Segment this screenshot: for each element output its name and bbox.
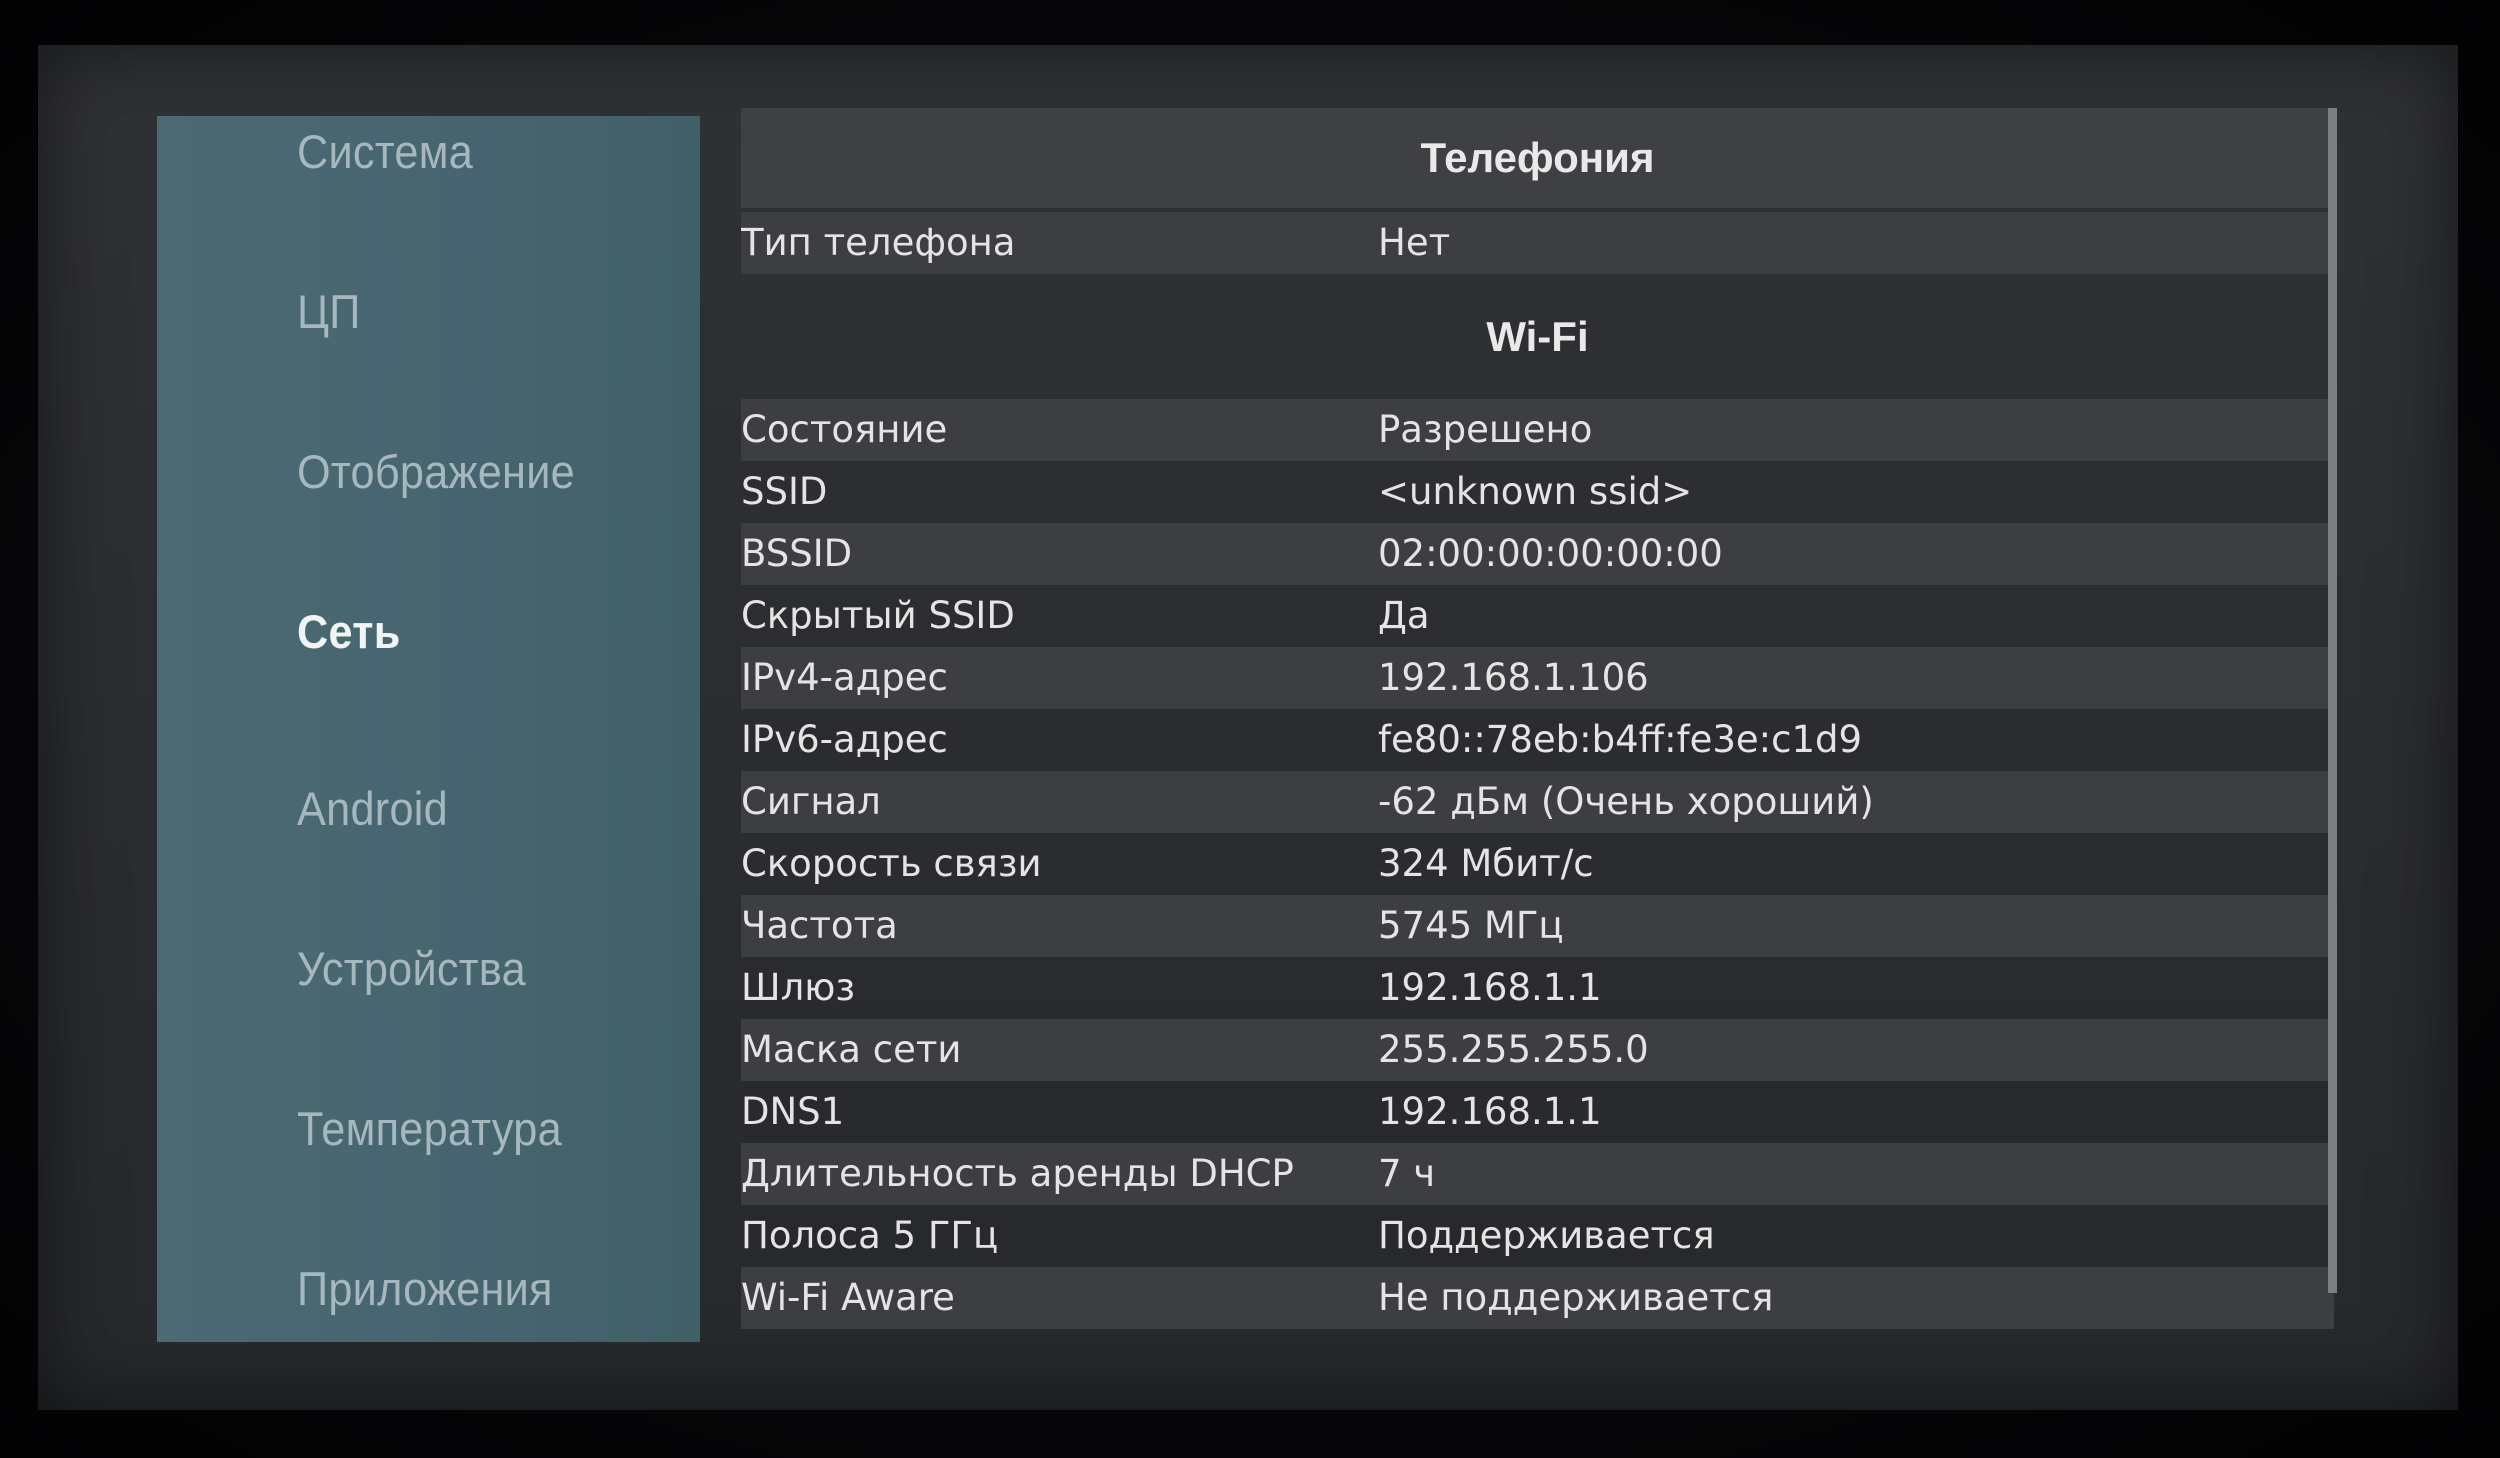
section-header-telephony: Телефония <box>741 108 2334 208</box>
info-row-phone-type: Тип телефона Нет <box>741 212 2334 274</box>
row-label: DNS1 <box>741 1090 845 1133</box>
info-row-dhcp-lease: Длительность аренды DHCP 7 ч <box>741 1143 2334 1205</box>
sidebar-item-devices[interactable]: Устройства <box>297 941 526 996</box>
info-row-signal: Сигнал -62 дБм (Очень хороший) <box>741 771 2334 833</box>
info-row-hidden-ssid: Скрытый SSID Да <box>741 585 2334 647</box>
info-row-ipv4: IPv4-адрес 192.168.1.106 <box>741 647 2334 709</box>
info-row-gateway: Шлюз 192.168.1.1 <box>741 957 2334 1019</box>
info-row-link-speed: Скорость связи 324 Мбит/с <box>741 833 2334 895</box>
info-row-5ghz-band: Полоса 5 ГГц Поддерживается <box>741 1205 2334 1267</box>
row-value: Нет <box>1378 221 1451 264</box>
row-label: Тип телефона <box>741 221 1016 264</box>
row-value: 192.168.1.106 <box>1378 656 1649 699</box>
row-value: 192.168.1.1 <box>1378 1090 1602 1133</box>
row-label: Маска сети <box>741 1028 962 1071</box>
row-value: Не поддерживается <box>1378 1276 1774 1319</box>
sidebar: Система ЦП Отображение Сеть Android Устр… <box>157 116 700 1342</box>
row-value: Поддерживается <box>1378 1214 1715 1257</box>
row-value: -62 дБм (Очень хороший) <box>1378 780 1874 823</box>
row-value: 5745 МГц <box>1378 904 1564 947</box>
row-label: Wi-Fi Aware <box>741 1276 955 1319</box>
row-value: Разрешено <box>1378 408 1593 451</box>
sidebar-item-display[interactable]: Отображение <box>297 444 575 499</box>
row-value: 02:00:00:00:00:00 <box>1378 532 1723 575</box>
row-label: SSID <box>741 470 828 513</box>
row-label: Сигнал <box>741 780 881 823</box>
network-info-panel[interactable]: Телефония Тип телефона Нет Wi-Fi Состоян… <box>741 108 2334 1336</box>
row-value: 324 Мбит/с <box>1378 842 1594 885</box>
info-row-ipv6: IPv6-адрес fe80::78eb:b4ff:fe3e:c1d9 <box>741 709 2334 771</box>
row-label: IPv6-адрес <box>741 718 948 761</box>
row-value: fe80::78eb:b4ff:fe3e:c1d9 <box>1378 718 1863 761</box>
row-label: IPv4-адрес <box>741 656 948 699</box>
row-label: Скорость связи <box>741 842 1042 885</box>
sidebar-item-android[interactable]: Android <box>297 781 448 836</box>
sidebar-item-apps[interactable]: Приложения <box>297 1261 553 1316</box>
row-label: Состояние <box>741 408 948 451</box>
info-row-wifi-aware: Wi-Fi Aware Не поддерживается <box>741 1267 2334 1329</box>
row-label: Полоса 5 ГГц <box>741 1214 999 1257</box>
info-row-ssid: SSID <unknown ssid> <box>741 461 2334 523</box>
row-label: Длительность аренды DHCP <box>741 1152 1294 1195</box>
row-value: Да <box>1378 594 1430 637</box>
row-label: Скрытый SSID <box>741 594 1015 637</box>
row-label: Частота <box>741 904 898 947</box>
section-header-wifi: Wi-Fi <box>1486 313 1589 360</box>
row-value: 192.168.1.1 <box>1378 966 1602 1009</box>
info-row-bssid: BSSID 02:00:00:00:00:00 <box>741 523 2334 585</box>
sidebar-item-temperature[interactable]: Температура <box>297 1101 562 1156</box>
row-value: 255.255.255.0 <box>1378 1028 1649 1071</box>
info-row-dns1: DNS1 192.168.1.1 <box>741 1081 2334 1143</box>
row-value: 7 ч <box>1378 1152 1436 1195</box>
sidebar-item-cpu[interactable]: ЦП <box>297 284 361 339</box>
row-label: BSSID <box>741 532 853 575</box>
info-row-netmask: Маска сети 255.255.255.0 <box>741 1019 2334 1081</box>
sidebar-item-network[interactable]: Сеть <box>297 604 401 659</box>
info-row-frequency: Частота 5745 МГц <box>741 895 2334 957</box>
sidebar-item-system[interactable]: Система <box>297 124 473 179</box>
scrollbar[interactable] <box>2328 108 2337 1293</box>
row-value: <unknown ssid> <box>1378 470 1693 513</box>
row-label: Шлюз <box>741 966 856 1009</box>
photo-background: Система ЦП Отображение Сеть Android Устр… <box>0 0 2500 1458</box>
info-row-state: Состояние Разрешено <box>741 399 2334 461</box>
tv-screen: Система ЦП Отображение Сеть Android Устр… <box>38 45 2458 1410</box>
